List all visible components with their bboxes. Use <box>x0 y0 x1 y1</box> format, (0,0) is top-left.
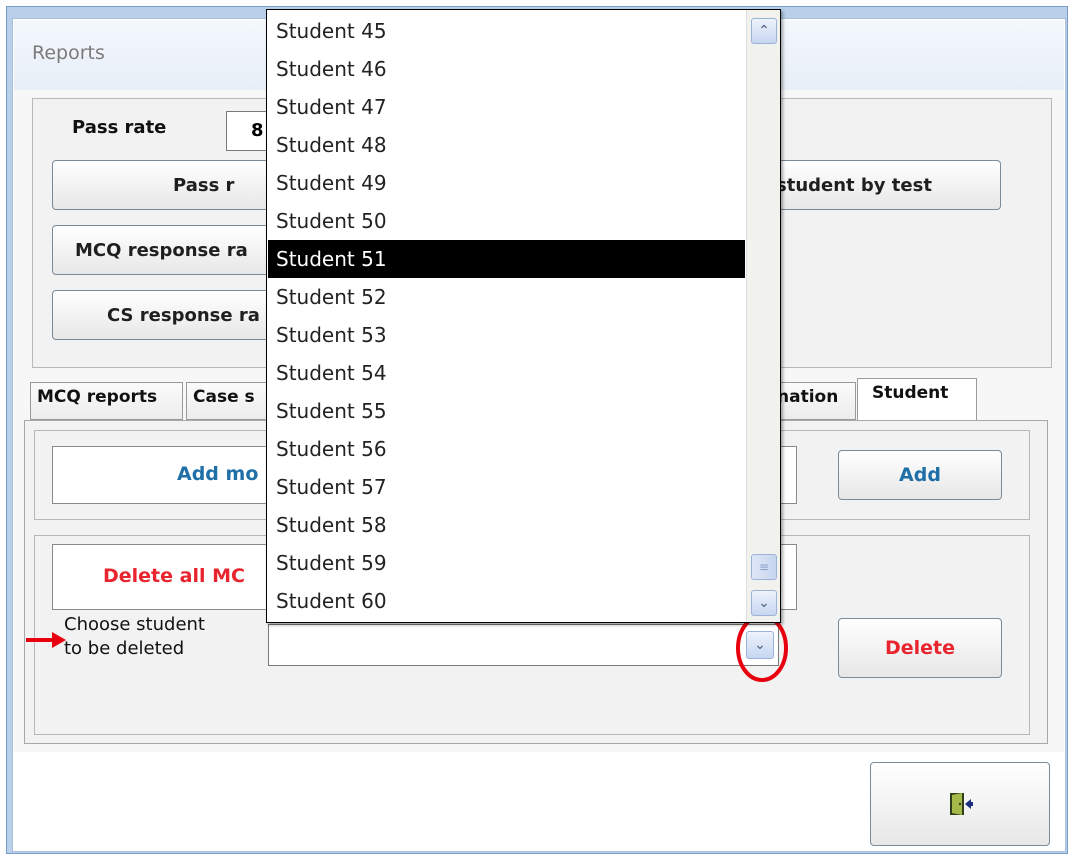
cs-response-rate-button[interactable]: CS response ra <box>52 290 302 340</box>
list-item[interactable]: Student 54 <box>268 354 745 392</box>
scroll-down-button[interactable]: ⌄ <box>751 590 777 616</box>
list-item[interactable]: Student 50 <box>268 202 745 240</box>
list-item[interactable]: Student 57 <box>268 468 745 506</box>
list-item[interactable]: Student 58 <box>268 506 745 544</box>
add-button[interactable]: Add <box>838 450 1002 500</box>
exit-door-icon <box>950 793 973 815</box>
dropdown-scrollbar[interactable]: ⌃ ≡ ⌄ <box>746 10 780 622</box>
student-combo-box[interactable] <box>268 624 779 666</box>
list-item[interactable]: Student 53 <box>268 316 745 354</box>
list-item[interactable]: Student 49 <box>268 164 745 202</box>
student-dropdown-list[interactable]: Student 45 Student 46 Student 47 Student… <box>266 9 781 623</box>
scroll-thumb[interactable]: ≡ <box>751 554 777 580</box>
red-circle-highlight <box>736 614 788 682</box>
list-item-selected[interactable]: Student 51 <box>268 240 745 278</box>
red-arrow-icon <box>26 632 66 648</box>
choose-student-label: Choose student to be deleted <box>64 613 205 661</box>
grip-icon: ≡ <box>758 560 770 574</box>
scroll-up-button[interactable]: ⌃ <box>751 18 777 44</box>
chevron-up-icon: ⌃ <box>758 23 770 39</box>
list-item[interactable]: Student 46 <box>268 50 745 88</box>
tab-student[interactable]: Student <box>857 378 977 422</box>
list-item[interactable]: Student 55 <box>268 392 745 430</box>
tab-mcq-reports[interactable]: MCQ reports <box>30 382 183 420</box>
list-item[interactable]: Student 48 <box>268 126 745 164</box>
pass-rate-label: Pass rate <box>72 117 167 138</box>
choose-student-line1: Choose student <box>64 614 205 635</box>
list-item[interactable]: Student 59 <box>268 544 745 582</box>
exit-button[interactable] <box>870 762 1050 846</box>
list-item[interactable]: Student 56 <box>268 430 745 468</box>
list-item[interactable]: Student 52 <box>268 278 745 316</box>
delete-button[interactable]: Delete <box>838 618 1002 678</box>
pass-rate-report-button[interactable]: Pass r <box>52 160 302 210</box>
choose-student-line2: to be deleted <box>64 638 185 659</box>
student-by-test-button[interactable]: student by test <box>745 160 1001 210</box>
window-title: Reports <box>32 42 105 64</box>
list-item[interactable]: Student 60 <box>268 582 745 620</box>
mcq-response-rate-button[interactable]: MCQ response ra <box>52 225 302 275</box>
chevron-down-icon: ⌄ <box>758 595 770 611</box>
list-item[interactable]: Student 47 <box>268 88 745 126</box>
list-item[interactable]: Student 45 <box>268 12 745 50</box>
